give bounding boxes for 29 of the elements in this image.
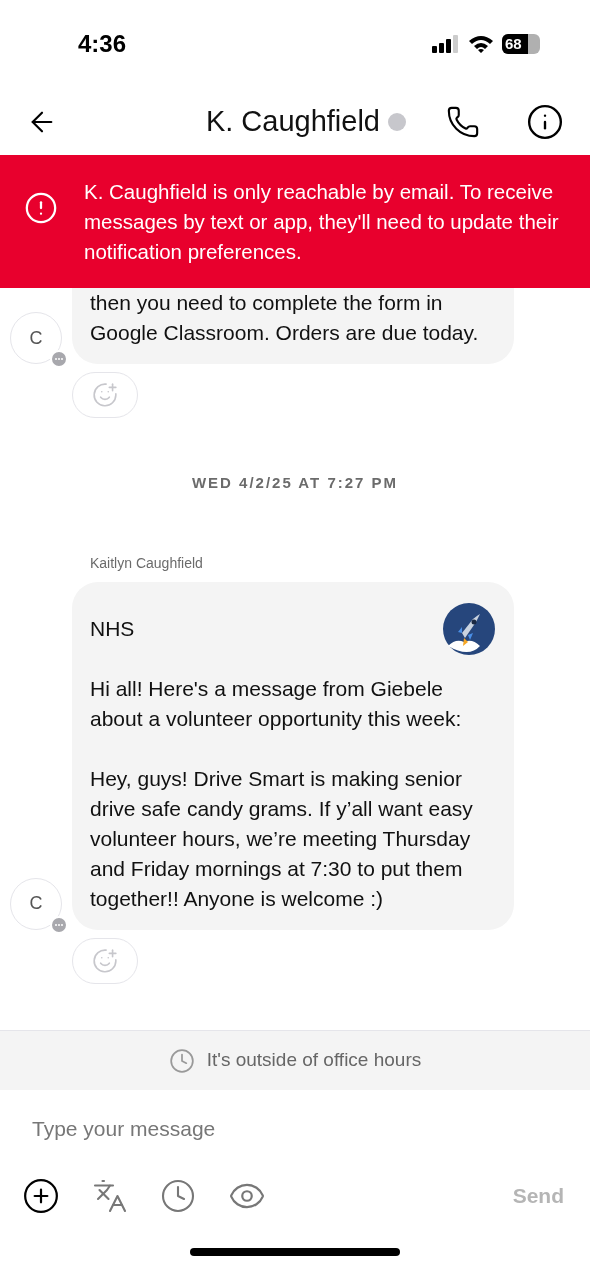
- alert-text: K. Caughfield is only reachable by email. To receive messages by text or app, they'll need to update their notification preferences.: [84, 179, 560, 265]
- wifi-icon: [468, 35, 494, 53]
- phone-button[interactable]: [446, 104, 480, 139]
- sender-name: Kaitlyn Caughfield: [90, 553, 204, 573]
- avatar: C: [10, 877, 62, 930]
- message-text: Hey, guys! Drive Smart is making senior drive safe candy grams. If y’all want easy volunteer hours, we’re meeting Thursday and Friday mornings at 7:30 to put them together!! Anyone is welcome :): [90, 765, 474, 912]
- alert-icon: [24, 191, 58, 225]
- message-text: then you need to complete the form in Google Classroom. Orders are due today.: [90, 290, 480, 346]
- contact-name: K. Caughfield: [205, 103, 380, 139]
- office-hours-text: It's outside of office hours: [206, 1048, 422, 1073]
- translate-button[interactable]: [92, 1178, 128, 1214]
- date-separator: WED 4/2/25 AT 7:27 PM: [191, 473, 399, 493]
- info-button[interactable]: [526, 102, 564, 141]
- group-name: NHS: [90, 615, 135, 642]
- more-badge-icon: [50, 350, 68, 368]
- send-button[interactable]: Send: [512, 1180, 568, 1212]
- clock-icon: [168, 1047, 195, 1074]
- emoji-plus-icon: [92, 947, 118, 974]
- clock-time: 4:36: [78, 29, 127, 59]
- message-input[interactable]: Type your message: [0, 1090, 590, 1168]
- add-button[interactable]: [22, 1177, 60, 1215]
- group-avatar-icon: [442, 601, 496, 656]
- signal-icon: [432, 35, 460, 53]
- more-badge-icon: [50, 915, 68, 934]
- schedule-button[interactable]: [160, 1178, 196, 1214]
- battery-level: 68: [505, 34, 522, 54]
- emoji-plus-icon: [92, 382, 118, 408]
- avatar: C: [10, 312, 62, 364]
- message-text: Hi all! Here's a message from Giebele about a volunteer opportunity this week:: [90, 675, 463, 732]
